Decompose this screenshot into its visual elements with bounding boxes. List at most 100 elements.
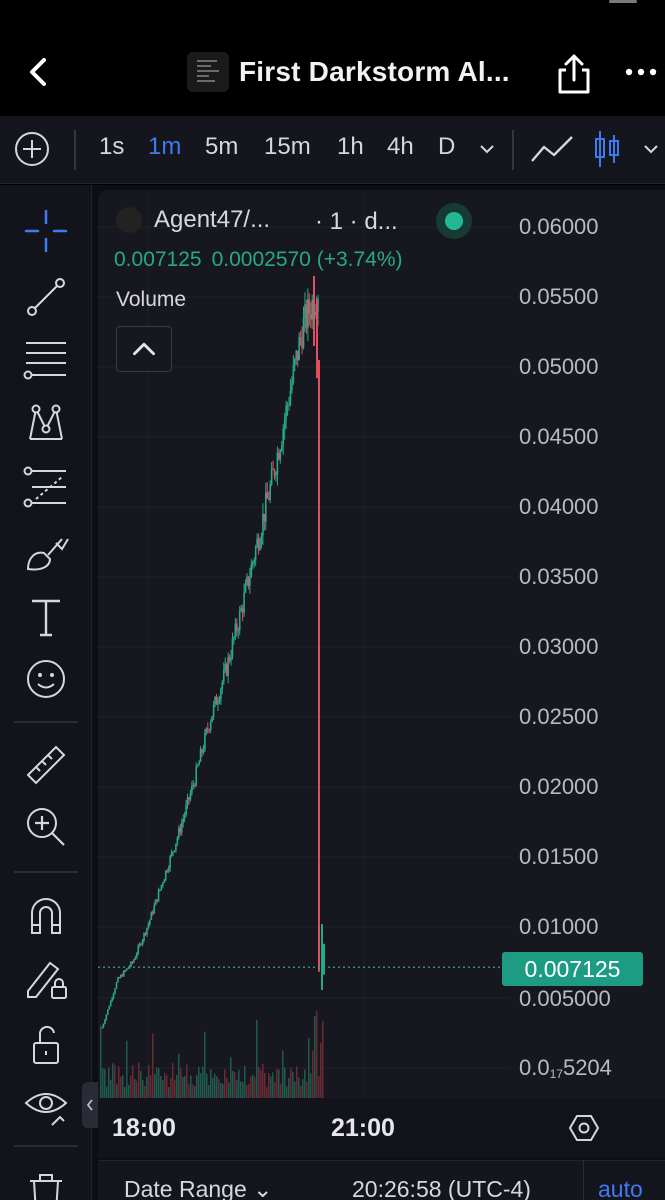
volume-bar [268, 1072, 270, 1098]
timeframe-1s[interactable]: 1s [99, 133, 124, 161]
candle-body [153, 905, 155, 914]
timeframe-5m[interactable]: 5m [205, 133, 238, 161]
volume-bar [274, 1082, 276, 1098]
volume-bar [316, 1011, 318, 1098]
timeframe-15m[interactable]: 15m [264, 133, 311, 161]
volume-bar [164, 1073, 166, 1098]
candle-body [159, 889, 161, 891]
candle-body [292, 364, 295, 383]
candle-body [256, 538, 258, 548]
candle-body [225, 664, 228, 676]
brush-icon[interactable] [22, 529, 70, 577]
volume-bar [136, 1080, 138, 1098]
candle-body [259, 543, 261, 550]
volume-bar [224, 1069, 226, 1098]
candle-body [147, 924, 150, 928]
candle-body [221, 681, 224, 690]
candle-body [309, 313, 312, 320]
auto-scale-button[interactable]: auto [583, 1160, 665, 1200]
volume-bar [250, 1076, 252, 1098]
add-indicator-icon[interactable] [14, 131, 50, 167]
chevron-down-icon[interactable] [478, 142, 496, 156]
chevron-left-icon[interactable] [20, 54, 56, 90]
volume-bar [200, 1073, 202, 1098]
timeframe-4h[interactable]: 4h [387, 133, 414, 161]
ruler-icon[interactable] [22, 741, 70, 789]
ohlc-change: 0.0002570 (+3.74%) [211, 248, 403, 271]
fib-retracement-icon[interactable] [22, 463, 70, 511]
volume-bar [238, 1069, 240, 1098]
timeframe-toolbar: 1s 1m 5m 15m 1h 4h D [0, 116, 665, 184]
settings-icon[interactable] [568, 1112, 600, 1144]
volume-bar [108, 1067, 110, 1098]
chevron-down-icon[interactable] [642, 142, 660, 156]
horizontal-lines-icon[interactable] [22, 335, 70, 383]
volume-label: Volume [116, 288, 187, 311]
collapse-legend-button[interactable] [116, 326, 172, 372]
line-chart-icon[interactable] [530, 135, 574, 165]
volume-bar [264, 1072, 266, 1098]
candle-body [117, 977, 119, 983]
volume-bar [226, 1077, 228, 1098]
volume-bar [196, 1075, 198, 1098]
chart-legend[interactable]: Agent47/... [116, 202, 270, 238]
title-group[interactable]: First Darkstorm Al... [187, 52, 510, 92]
candle-body [163, 879, 166, 883]
more-icon[interactable] [624, 64, 658, 80]
status-strip [0, 0, 665, 30]
volume-bar [134, 1079, 136, 1098]
text-icon[interactable] [22, 593, 70, 641]
candle-body [272, 469, 274, 471]
candle-body [120, 974, 122, 978]
trend-line-icon[interactable] [22, 273, 70, 321]
timeframe-1h[interactable]: 1h [337, 133, 364, 161]
candle-body [218, 699, 221, 703]
emoji-icon[interactable] [22, 655, 70, 703]
status-dash [609, 0, 637, 3]
candlestick-chart-icon[interactable] [592, 129, 622, 169]
candle-body [204, 732, 206, 750]
candle-body [295, 350, 298, 360]
volume-bar [220, 1082, 222, 1098]
pattern-icon[interactable] [22, 399, 70, 447]
candle-body [112, 993, 115, 999]
unlock-icon[interactable] [22, 1021, 70, 1069]
toolbar-collapse-handle[interactable] [82, 1082, 98, 1128]
lock-drawing-icon[interactable] [22, 955, 70, 1003]
candle-body [193, 784, 196, 786]
candle-body [270, 469, 273, 485]
volume-bar [102, 1067, 104, 1098]
date-range-button[interactable]: Date Range ⌄ [124, 1176, 272, 1200]
current-price-badge: 0.007125 [502, 952, 643, 986]
candle-body [160, 884, 163, 890]
share-icon[interactable] [554, 52, 594, 96]
magnet-icon[interactable] [22, 891, 70, 939]
price-axis-label: 0.01500 [519, 844, 599, 869]
timeframe-d[interactable]: D [438, 133, 455, 161]
volume-bar [154, 1074, 156, 1098]
candle-body [298, 337, 300, 361]
volume-bar [162, 1079, 164, 1098]
candle-body [269, 484, 271, 500]
candle-body [244, 583, 247, 593]
candle-body [179, 827, 182, 833]
zoom-in-icon[interactable] [22, 803, 70, 851]
candle-body [296, 350, 299, 361]
eye-icon[interactable] [22, 1081, 70, 1129]
volume-bar [206, 1073, 208, 1098]
candle-body [175, 843, 177, 851]
candle-body [278, 452, 280, 460]
volume-bar [100, 1025, 102, 1098]
candle-body [196, 765, 199, 767]
volume-bar [260, 1070, 262, 1098]
crosshair-icon[interactable] [22, 207, 70, 255]
candle-body [285, 405, 287, 420]
volume-bar [180, 1068, 182, 1098]
candle-body [195, 766, 198, 786]
timeframe-1m[interactable]: 1m [148, 133, 181, 161]
volume-bar [276, 1068, 278, 1098]
page-title: First Darkstorm Al... [239, 56, 510, 87]
candle-body [151, 912, 154, 914]
volume-bar [234, 1071, 236, 1098]
trash-icon[interactable] [22, 1169, 70, 1200]
